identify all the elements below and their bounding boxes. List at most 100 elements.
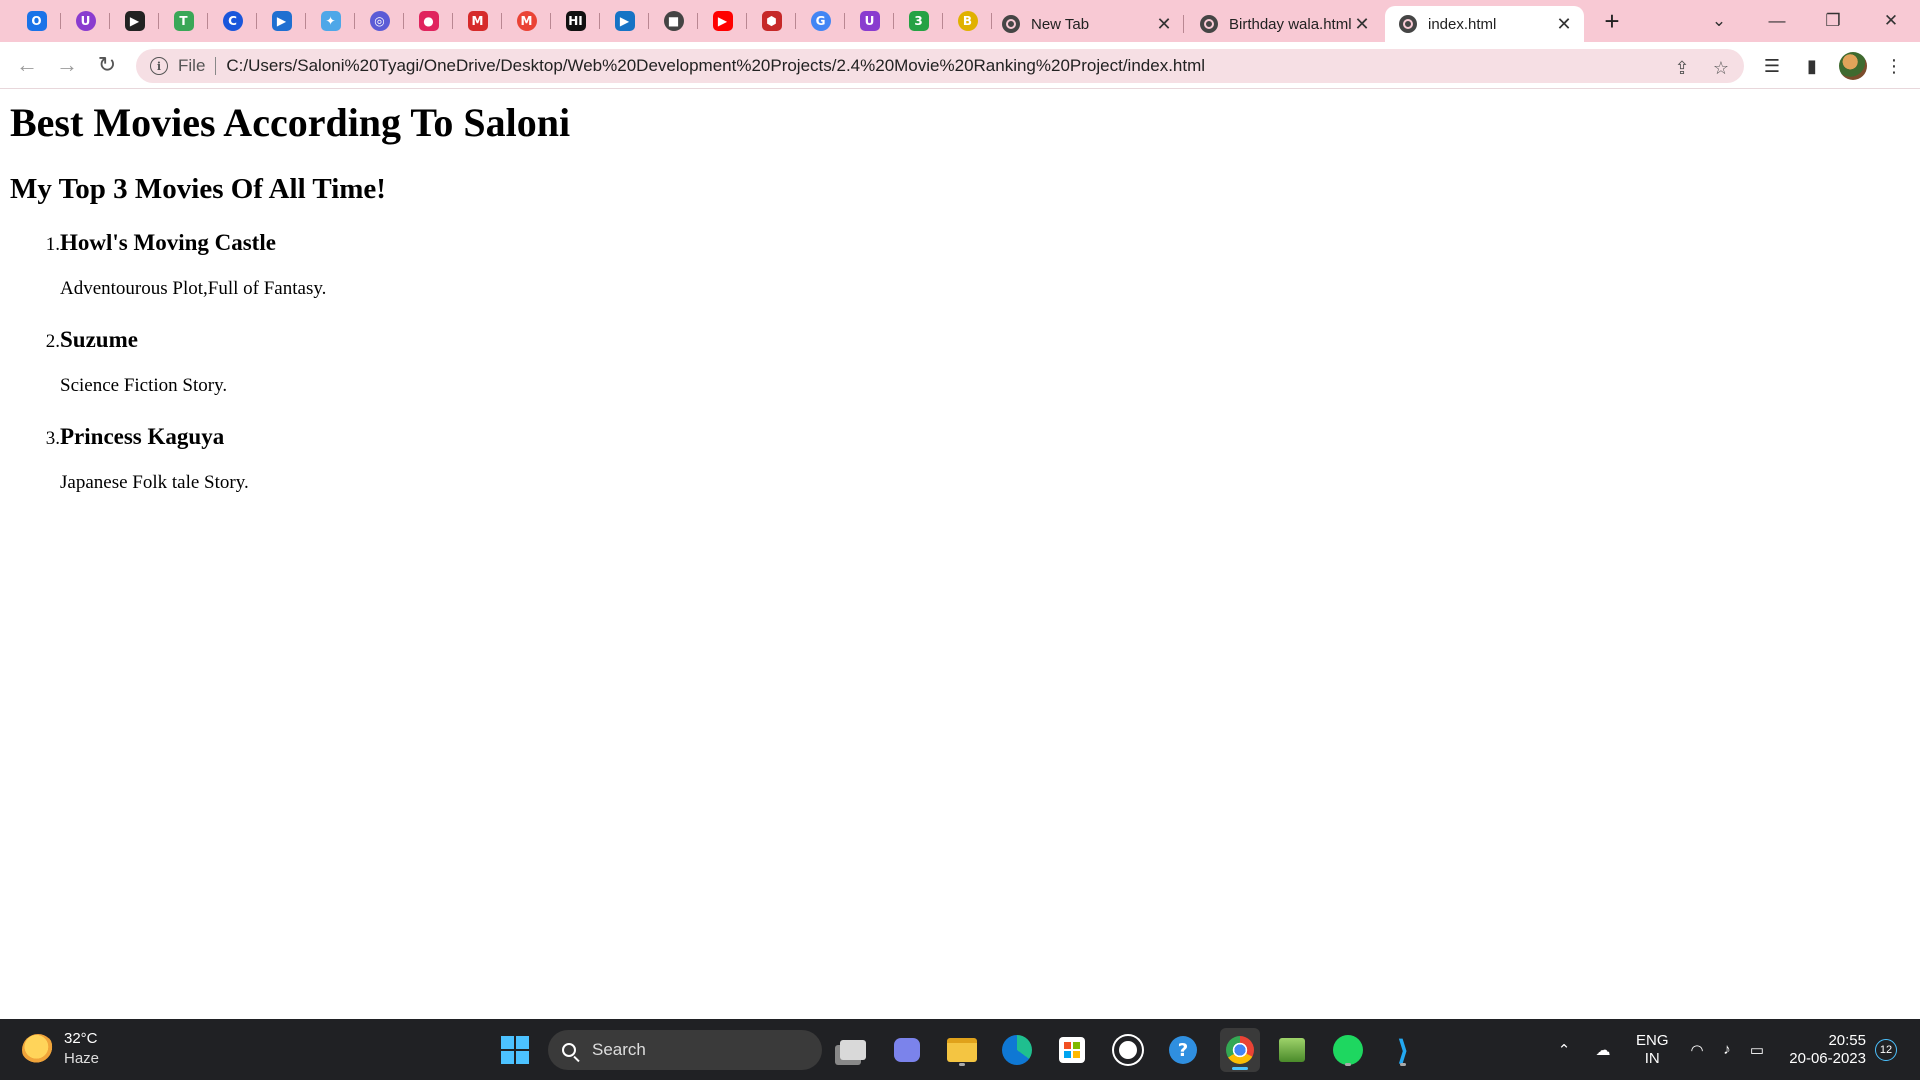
new-tab-button[interactable]: + [1597,6,1627,36]
pinned-tab[interactable]: O [12,6,61,36]
weather-sun-icon[interactable] [22,1034,54,1066]
task-view-button[interactable] [835,1032,871,1068]
globe-icon [1399,15,1417,33]
tab-strip: O U ▶ T C ▶ ✦ ◎ ● M M HI ▶ ■ ▶ ⬢ G U 3 B New Tab ✕ Birthday… [0,0,1920,42]
movie-title: Suzume [60,327,138,352]
play-icon: ▶ [124,11,145,31]
reload-button[interactable]: ↻ [93,51,121,79]
github-icon [1114,1036,1142,1064]
store-button[interactable] [1054,1032,1090,1068]
running-indicator [959,1063,965,1066]
wifi-icon[interactable]: ◠ [1686,1019,1708,1080]
info-icon[interactable]: i [150,57,168,75]
pinned-tab[interactable]: ▶ [698,6,747,36]
pinned-tab[interactable]: U [61,6,110,36]
chrome-button[interactable] [1220,1028,1260,1072]
google-icon: G [810,11,831,31]
github-button[interactable] [1110,1032,1146,1068]
vscode-icon: ⟩ [1396,1033,1410,1067]
vscode-button[interactable]: ⟩ [1385,1032,1421,1068]
help-button[interactable]: ? [1165,1032,1201,1068]
tab-index[interactable]: index.html ✕ [1385,6,1584,42]
close-icon[interactable]: ✕ [1154,14,1174,35]
pinned-tab[interactable]: M [502,6,551,36]
pinned-tab[interactable]: U [845,6,894,36]
minimize-button[interactable]: — [1752,4,1802,38]
start-button[interactable] [497,1032,533,1068]
pinned-tab[interactable]: ■ [649,6,698,36]
tab-search-chevron-icon[interactable]: ⌄ [1694,4,1744,38]
language-code: ENG [1636,1032,1669,1049]
system-clock[interactable]: 20:55 20-06-2023 [1786,1032,1866,1068]
pinned-tab[interactable]: ▶ [110,6,159,36]
help-icon: ? [1169,1036,1197,1064]
youtube-icon: ▶ [712,11,733,31]
notification-badge[interactable]: 12 [1875,1039,1897,1061]
running-indicator [1400,1063,1406,1066]
web-page: Best Movies According To Saloni My Top 3… [0,89,1920,1019]
m-icon: M [467,11,488,31]
url-text[interactable]: C:/Users/Saloni%20Tyagi/OneDrive/Desktop… [226,56,1205,76]
volume-icon[interactable]: ♪ [1716,1019,1738,1080]
profile-avatar[interactable] [1839,52,1867,80]
weather-temperature[interactable]: 32°C [64,1030,98,1047]
chat-icon: ◎ [369,11,390,31]
teams-chat-button[interactable] [889,1032,925,1068]
edge-button[interactable] [999,1032,1035,1068]
pinned-tab[interactable]: 3 [894,6,943,36]
spotify-icon [1333,1035,1363,1065]
onedrive-cloud-icon[interactable]: ☁ [1590,1019,1616,1080]
pinned-tab[interactable]: ◎ [355,6,404,36]
side-panel-icon[interactable]: ▮ [1801,55,1823,77]
pinned-tab[interactable]: M [453,6,502,36]
share-icon[interactable]: ⇪ [1671,57,1693,79]
pinned-tab[interactable]: B [943,6,992,36]
window-close-button[interactable]: ✕ [1866,4,1916,38]
restore-button[interactable]: ❐ [1808,4,1858,38]
taskbar-search[interactable]: Search [548,1030,822,1070]
list-number: 3. [45,428,60,449]
tab-new-tab[interactable]: New Tab ✕ [988,6,1184,42]
movie-title: Princess Kaguya [60,424,225,449]
menu-kebab-icon[interactable]: ⋮ [1883,55,1905,77]
pinned-tab[interactable]: HI [551,6,600,36]
search-label: Search [592,1040,646,1059]
pinned-tab[interactable]: ▶ [257,6,306,36]
clock-time: 20:55 [1828,1032,1866,1049]
image-viewer-button[interactable] [1274,1032,1310,1068]
edge-icon [1002,1035,1032,1065]
back-button[interactable]: ← [13,51,41,79]
pinned-tab[interactable]: ✦ [306,6,355,36]
folder-icon [947,1038,977,1062]
close-icon[interactable]: ✕ [1352,14,1372,35]
task-view-icon [840,1040,866,1060]
weather-condition[interactable]: Haze [64,1050,99,1067]
tab-birthday[interactable]: Birthday wala.html ✕ [1186,6,1382,42]
pinned-tab[interactable]: T [159,6,208,36]
pinned-tab[interactable]: ⬢ [747,6,796,36]
language-indicator[interactable]: ENG IN [1636,1032,1669,1068]
spotify-button[interactable] [1330,1032,1366,1068]
store-icon [1059,1037,1085,1063]
close-icon[interactable]: ✕ [1554,14,1574,35]
teams-icon [894,1038,920,1062]
reading-list-icon[interactable]: ☰ [1761,55,1783,77]
video-play-icon: ▶ [271,11,292,31]
outlook-icon: O [26,11,47,31]
battery-icon[interactable]: ▭ [1746,1019,1768,1080]
photo-icon [1279,1038,1305,1062]
bookmark-star-icon[interactable]: ☆ [1710,57,1732,79]
region-code: IN [1644,1050,1660,1067]
pinned-tab[interactable]: ▶ [600,6,649,36]
address-bar[interactable]: i File C:/Users/Saloni%20Tyagi/OneDrive/… [136,49,1744,83]
chrome-icon [1226,1036,1254,1064]
show-hidden-icons-chevron-icon[interactable]: ⌃ [1552,1019,1576,1080]
pinned-tab[interactable]: ● [404,6,453,36]
forward-button[interactable]: → [53,51,81,79]
pinned-tab[interactable]: C [208,6,257,36]
divider [215,57,217,75]
pinned-tab[interactable]: G [796,6,845,36]
c-icon: C [222,11,243,31]
file-explorer-button[interactable] [944,1032,980,1068]
chrome-icon [1002,15,1020,33]
